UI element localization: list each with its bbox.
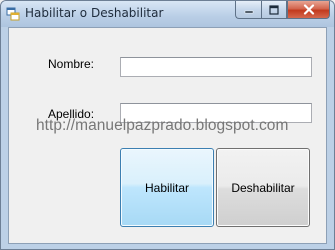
nombre-input[interactable] [120,57,312,77]
close-icon [303,4,314,15]
minimize-button[interactable] [235,1,261,19]
form-client-area: Nombre: Apellido: http://manuelpazprado.… [8,27,327,244]
habilitar-button[interactable]: Habilitar [120,148,214,227]
close-button[interactable] [287,1,330,19]
nombre-label: Nombre: [48,57,95,71]
deshabilitar-button[interactable]: Deshabilitar [216,148,310,227]
minimize-icon [244,10,253,13]
maximize-icon [269,4,279,15]
habilitar-button-label: Habilitar [144,180,189,195]
windows-forms-app-icon[interactable] [6,7,20,21]
caption-buttons [235,1,330,20]
watermark-url: http://manuelpazprado.blogspot.com [36,117,289,134]
maximize-button[interactable] [261,1,287,19]
app-window: Habilitar o Deshabilitar Nombre: Apellid… [0,0,335,250]
deshabilitar-button-label: Deshabilitar [231,180,295,195]
window-title: Habilitar o Deshabilitar [25,6,164,20]
title-bar[interactable]: Habilitar o Deshabilitar [1,1,334,27]
